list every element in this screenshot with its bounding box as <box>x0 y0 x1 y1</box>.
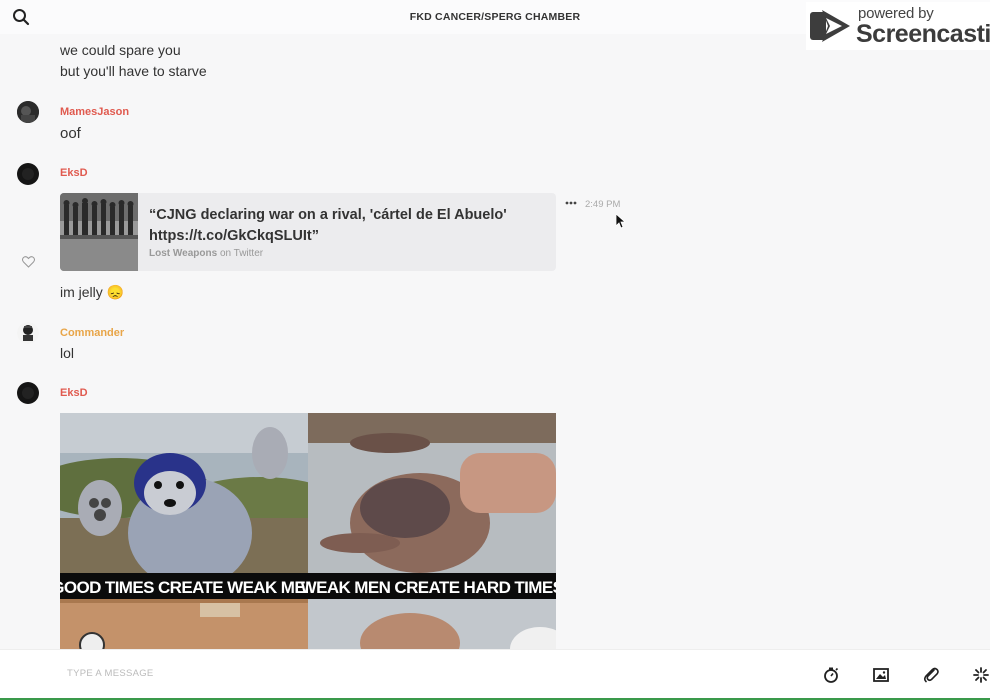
avatar-image <box>17 163 39 185</box>
message-composer: TYPE A MESSAGE <box>0 649 990 698</box>
tweet-source: Lost Weapons on Twitter <box>149 248 263 259</box>
meme-caption-right: WEAK MEN CREATE HARD TIMES <box>301 578 556 597</box>
avatar[interactable] <box>17 382 39 404</box>
avatar[interactable] <box>17 163 39 185</box>
paperclip-icon[interactable] <box>922 666 940 684</box>
mouse-cursor-icon <box>616 214 626 229</box>
avatar[interactable] <box>17 101 39 123</box>
username[interactable]: Commander <box>60 327 124 339</box>
image-icon[interactable] <box>872 666 890 684</box>
giphy-icon[interactable] <box>972 666 990 684</box>
more-options-icon[interactable] <box>565 200 577 206</box>
username[interactable]: EksD <box>60 387 88 399</box>
tweet-link-preview[interactable]: “CJNG declaring war on a rival, 'cártel … <box>60 193 556 271</box>
heart-icon[interactable] <box>22 256 35 268</box>
timer-icon[interactable] <box>822 666 840 684</box>
tweet-author[interactable]: Lost Weapons <box>149 248 217 259</box>
avatar[interactable] <box>17 322 39 344</box>
message-input[interactable]: TYPE A MESSAGE <box>67 668 154 679</box>
message-line: but you'll have to starve <box>60 63 207 79</box>
message-list[interactable]: ~ ~ ~ ~ ~ ~ ~ ~ ~ we could spare you but… <box>0 34 990 649</box>
tweet-text[interactable]: “CJNG declaring war on a rival, 'cártel … <box>149 205 549 247</box>
tweet-platform: on Twitter <box>219 248 264 259</box>
username[interactable]: EksD <box>60 167 88 179</box>
avatar-image <box>17 322 39 344</box>
meme-image[interactable]: GOOD TIMES CREATE WEAK MEN WEAK MEN CREA… <box>60 413 556 649</box>
meme-caption-left: GOOD TIMES CREATE WEAK MEN <box>60 578 317 597</box>
message-timestamp: 2:49 PM <box>585 199 621 210</box>
message-line: we could spare you <box>60 42 181 58</box>
message-text: lol <box>60 345 75 361</box>
message-text: oof <box>60 125 81 142</box>
message-text: im jelly 😞 <box>60 284 125 300</box>
tweet-thumbnail <box>60 193 138 271</box>
avatar-image <box>17 382 39 404</box>
avatar-image <box>17 101 39 123</box>
username[interactable]: MamesJason <box>60 106 129 118</box>
